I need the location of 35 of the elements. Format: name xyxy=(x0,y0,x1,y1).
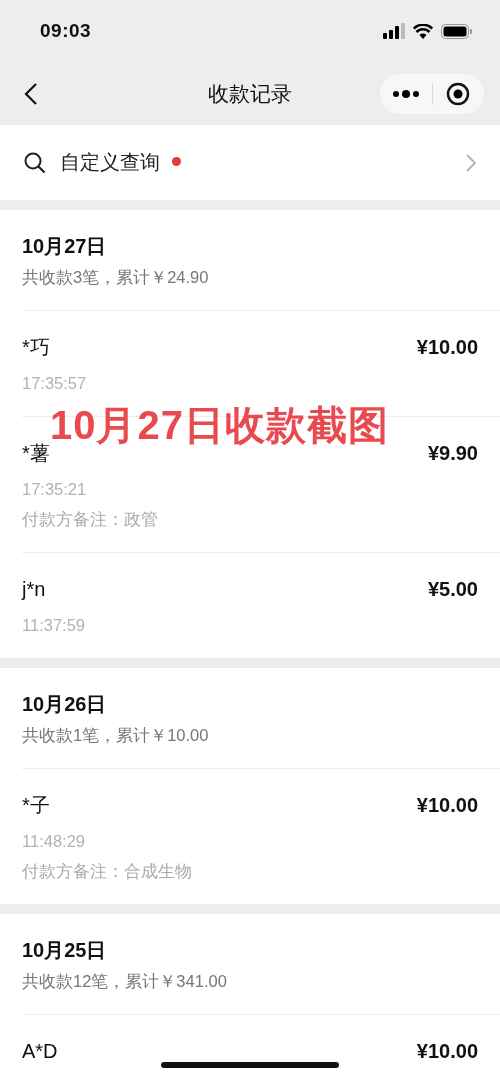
time-text: 17:35:57 xyxy=(22,373,87,394)
signal-icon xyxy=(383,23,405,39)
custom-query-row[interactable]: 自定义查询 xyxy=(0,125,500,200)
time-text: 17:35:21 xyxy=(22,479,87,500)
payer-name: *子 xyxy=(22,793,50,818)
custom-query-label: 自定义查询 xyxy=(60,150,160,175)
time-text: 11:37:59 xyxy=(22,615,85,636)
date-heading: 10月27日 xyxy=(22,234,107,259)
summary-text: 共收款3笔，累计￥24.90 xyxy=(22,267,209,288)
search-icon xyxy=(24,151,46,174)
amount-text: ¥10.00 xyxy=(416,1039,478,1064)
chevron-right-icon xyxy=(466,153,476,172)
battery-icon xyxy=(441,23,472,39)
wifi-icon xyxy=(413,23,433,39)
note-text: 付款方备注：政管 xyxy=(22,509,158,530)
more-icon xyxy=(392,89,419,98)
back-icon xyxy=(24,81,38,106)
payer-name: *薯 xyxy=(22,441,50,466)
amount-text: ¥9.90 xyxy=(427,441,478,466)
payer-name: *巧 xyxy=(22,335,50,360)
amount-text: ¥10.00 xyxy=(416,335,478,360)
date-heading: 10月26日 xyxy=(22,692,107,717)
note-text: 付款方备注：合成生物 xyxy=(22,861,192,882)
amount-text: ¥10.00 xyxy=(416,793,478,818)
time-text: 11:48:29 xyxy=(22,831,85,852)
target-icon xyxy=(446,81,471,106)
date-heading: 10月25日 xyxy=(22,938,107,963)
payer-name: A*D xyxy=(22,1039,58,1064)
summary-text: 共收款1笔，累计￥10.00 xyxy=(22,725,209,746)
payer-name: j*n xyxy=(22,577,46,602)
status-time: 09:03 xyxy=(40,20,92,42)
page-title: 收款记录 xyxy=(208,81,292,105)
annotation-text: 10月27日收款截图 xyxy=(50,403,389,447)
summary-text: 共收款12笔，累计￥341.00 xyxy=(22,971,227,992)
amount-text: ¥5.00 xyxy=(427,577,478,602)
